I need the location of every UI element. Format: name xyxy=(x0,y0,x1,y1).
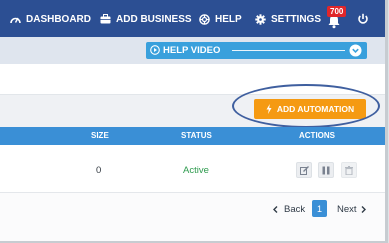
top-navigation: DASHBOARD ADD BUSINESS HELP SETTINGS 700 xyxy=(0,0,385,37)
column-header-actions: ACTIONS xyxy=(299,131,335,140)
gear-icon xyxy=(255,13,266,25)
nav-dashboard[interactable]: DASHBOARD xyxy=(10,11,91,27)
delete-button[interactable] xyxy=(341,162,357,178)
cell-status: Active xyxy=(183,165,209,176)
pagination-page-1[interactable]: 1 xyxy=(312,200,327,217)
edit-icon xyxy=(299,165,309,175)
nav-add-business-label: ADD BUSINESS xyxy=(116,13,192,25)
column-header-size: SIZE xyxy=(91,131,109,140)
cell-size: 0 xyxy=(96,165,102,176)
nav-settings[interactable]: SETTINGS xyxy=(255,11,321,27)
column-header-status: STATUS xyxy=(181,131,212,140)
pagination-back[interactable]: Back xyxy=(284,204,305,215)
help-video-label: HELP VIDEO xyxy=(163,45,221,56)
chevron-down-icon[interactable] xyxy=(349,44,362,57)
nav-settings-label: SETTINGS xyxy=(271,13,322,25)
nav-dashboard-label: DASHBOARD xyxy=(26,13,91,25)
play-circle-icon xyxy=(150,45,160,55)
notification-count-badge: 700 xyxy=(327,6,347,17)
power-icon xyxy=(358,13,368,24)
nav-add-business[interactable]: ADD BUSINESS xyxy=(100,11,192,27)
nav-help-label: HELP xyxy=(215,13,242,25)
nav-help[interactable]: HELP xyxy=(199,11,242,27)
help-bar-divider xyxy=(232,50,345,51)
dashboard-icon xyxy=(10,17,21,24)
pause-icon xyxy=(322,166,330,174)
edit-button[interactable] xyxy=(296,162,312,178)
help-video-bar[interactable]: HELP VIDEO xyxy=(146,42,367,59)
logout-button[interactable] xyxy=(357,12,369,24)
chevron-right-icon xyxy=(361,206,366,213)
lifebuoy-icon xyxy=(199,13,210,25)
app-window: DASHBOARD ADD BUSINESS HELP SETTINGS 700… xyxy=(0,0,388,243)
pause-button[interactable] xyxy=(318,162,334,178)
trash-icon xyxy=(345,165,353,175)
pagination-next[interactable]: Next xyxy=(337,204,357,215)
briefcase-icon xyxy=(100,14,111,24)
chevron-left-icon xyxy=(273,206,278,213)
highlight-oval xyxy=(232,84,380,128)
